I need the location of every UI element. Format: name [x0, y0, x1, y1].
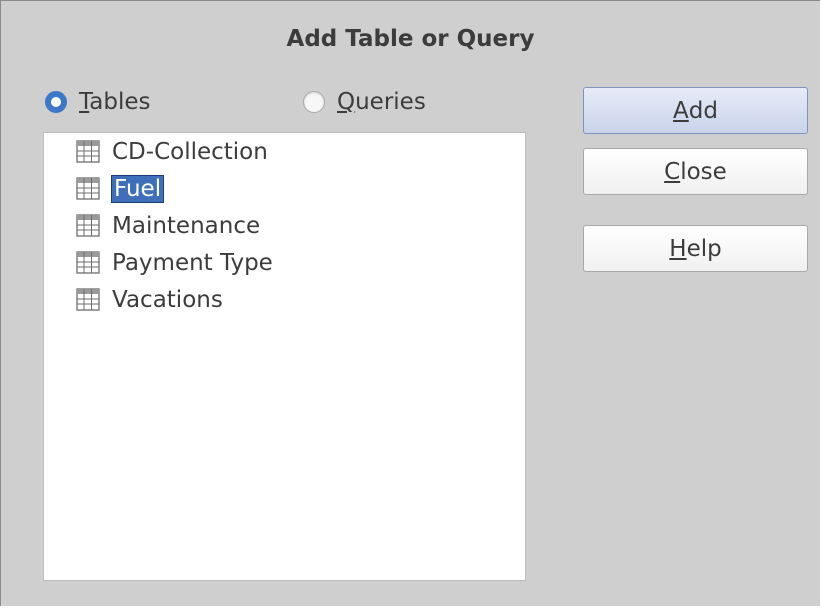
dialog-title: Add Table or Query	[286, 26, 535, 52]
list-item-label: Fuel	[110, 175, 165, 203]
queries-radio-button[interactable]	[303, 91, 325, 113]
tables-radio-button[interactable]	[45, 91, 67, 113]
list-item-label: CD-Collection	[112, 139, 268, 165]
tables-radio-option[interactable]: Tables	[45, 87, 150, 117]
table-icon	[76, 214, 100, 237]
list-item-payment-type[interactable]: Payment Type	[74, 247, 273, 279]
queries-radio-label: Queries	[337, 89, 426, 115]
table-icon	[76, 140, 100, 163]
table-icon	[76, 177, 100, 200]
list-item-label: Vacations	[112, 287, 223, 313]
list-item-vacations[interactable]: Vacations	[74, 284, 223, 316]
add-button[interactable]: Add	[583, 87, 808, 134]
table-list[interactable]: CD-Collection Fuel Maintenance Payment T…	[43, 132, 526, 581]
close-button[interactable]: Close	[583, 148, 808, 195]
queries-radio-option[interactable]: Queries	[303, 87, 426, 117]
table-icon	[76, 288, 100, 311]
table-icon	[76, 251, 100, 274]
list-item-cd-collection[interactable]: CD-Collection	[74, 136, 268, 168]
add-table-or-query-dialog: Add Table or Query Tables Queries CD-Col…	[0, 0, 820, 606]
list-item-maintenance[interactable]: Maintenance	[74, 210, 260, 242]
help-button[interactable]: Help	[583, 225, 808, 272]
list-item-label: Maintenance	[112, 213, 261, 239]
list-item-fuel[interactable]: Fuel	[74, 173, 165, 205]
list-item-label: Payment Type	[112, 250, 273, 276]
tables-radio-label: Tables	[79, 89, 151, 115]
